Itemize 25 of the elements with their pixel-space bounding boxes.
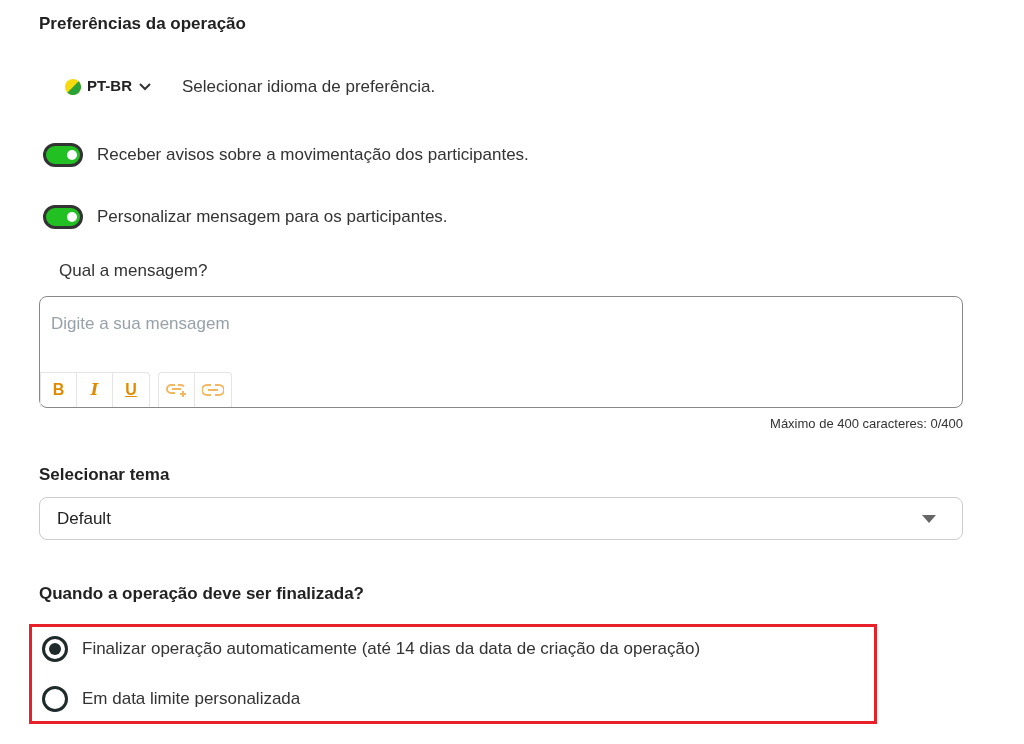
link-plus-icon (165, 382, 188, 398)
theme-label: Selecionar tema (39, 463, 171, 486)
radio-button[interactable] (42, 635, 68, 662)
theme-select[interactable]: Default (39, 497, 963, 540)
finish-question: Quando a operação deve ser finalizada? (39, 583, 365, 605)
radio-label: Em data limite personalizada (82, 687, 301, 710)
toggle-label: Personalizar mensagem para os participantes. (97, 205, 448, 228)
language-selector[interactable]: PT-BR (65, 75, 152, 98)
language-label: Selecionar idioma de preferência. (182, 75, 436, 98)
radio-button[interactable] (42, 685, 68, 712)
dropdown-arrow-icon (922, 514, 936, 523)
character-counter: Máximo de 400 caracteres: 0/400 (769, 415, 963, 433)
radio-label: Finalizar operação automaticamente (até 14 dias da data de criação da operação) (82, 637, 701, 660)
toggle-switch[interactable] (43, 142, 83, 167)
message-field[interactable]: Digite a sua mensagem B I U (39, 296, 963, 408)
toggle-label: Receber avisos sobre a movimentação dos participantes. (97, 143, 529, 166)
link-icon (202, 383, 224, 397)
message-label: Qual a mensagem? (59, 259, 209, 282)
flag-icon (65, 78, 81, 95)
section-title: Preferências da operação (39, 13, 247, 35)
format-button[interactable]: U (113, 373, 149, 407)
format-button[interactable]: B (41, 373, 77, 407)
toggle-switch[interactable] (43, 204, 83, 229)
chevron-down-icon (138, 81, 152, 92)
format-button[interactable]: I (77, 373, 113, 407)
